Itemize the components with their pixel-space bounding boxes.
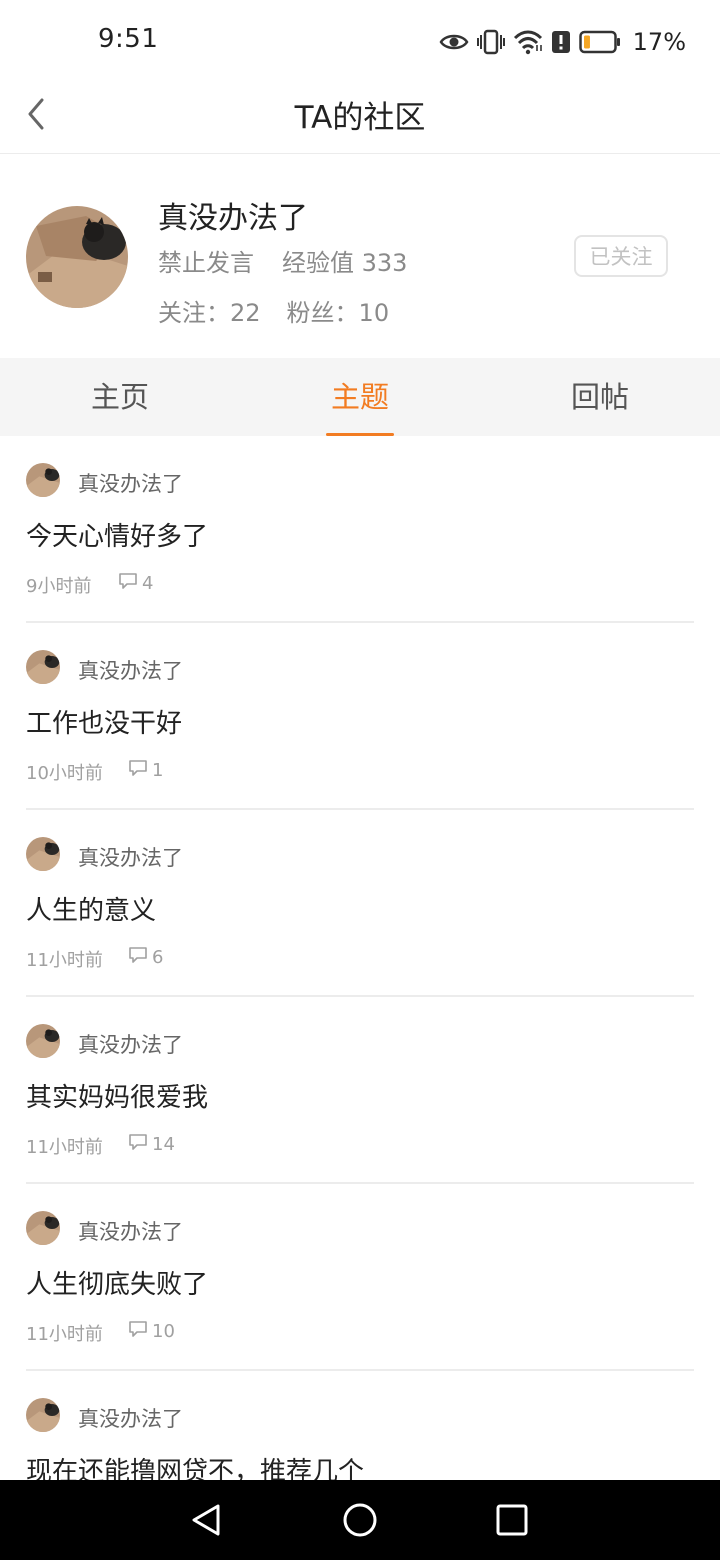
comment-count-value: 6 [152, 947, 164, 968]
comment-count: 4 [118, 572, 153, 595]
followers-count[interactable]: 粉丝：10 [287, 293, 390, 328]
comment-count-value: 14 [152, 1134, 175, 1155]
avatar[interactable] [26, 463, 60, 497]
post-item[interactable]: 真没办法了人生彻底失败了 11小时前 10 [26, 1184, 694, 1371]
eye-icon [439, 34, 469, 50]
battery-icon [578, 30, 620, 54]
profile-name: 真没办法了 [158, 201, 308, 236]
system-home-button[interactable] [340, 1500, 380, 1540]
post-author[interactable]: 真没办法了 [78, 655, 183, 685]
post-time: 11小时前 [26, 950, 103, 971]
post-author[interactable]: 真没办法了 [78, 1216, 183, 1246]
system-recents-button[interactable] [492, 1500, 532, 1540]
post-item[interactable]: 真没办法了人生的意义 11小时前 6 [26, 810, 694, 997]
status-time: 9:51 [98, 24, 159, 54]
post-time: 11小时前 [26, 1324, 103, 1345]
profile-header: 真没办法了 禁止发言 经验值 333 关注：22 粉丝：10 已关注 [0, 155, 720, 358]
status-icons: 17% [439, 24, 686, 60]
avatar[interactable] [26, 837, 60, 871]
post-list: 真没办法了 今天心情好多了 9小时前 4 真没办法了 工作也没干好 10小时前 1 真没办法了人… [0, 436, 720, 1480]
comment-count-value: 10 [152, 1321, 175, 1342]
profile-stats: 关注：22 粉丝：10 [158, 293, 389, 328]
avatar[interactable] [26, 650, 60, 684]
top-nav-bar: TA的社区 [0, 72, 720, 154]
avatar[interactable] [26, 1398, 60, 1432]
post-author[interactable]: 真没办法了 [78, 468, 183, 498]
post-item[interactable]: 真没办法了工作也没干好 10小时前 1 [26, 623, 694, 810]
alert-icon [551, 31, 570, 53]
cat-avatar-icon [26, 206, 128, 308]
system-nav-bar [0, 1480, 720, 1560]
comment-count-value: 1 [152, 760, 164, 781]
comment-icon [128, 1320, 148, 1343]
page-title: TA的社区 [294, 100, 426, 136]
wifi-icon [513, 30, 542, 55]
comment-count: 6 [128, 946, 163, 969]
post-item[interactable]: 真没办法了今天心情好多了 9小时前 4 [26, 436, 694, 623]
post-time: 10小时前 [26, 763, 103, 784]
profile-experience: 经验值 333 [282, 249, 408, 277]
system-back-button[interactable] [186, 1500, 226, 1540]
recents-square-icon [496, 1504, 528, 1536]
profile-meta: 禁止发言 经验值 333 [158, 243, 407, 278]
comment-count: 10 [128, 1320, 175, 1343]
comment-icon [128, 1133, 148, 1156]
post-title[interactable]: 人生彻底失败了 [26, 1264, 208, 1301]
post-author[interactable]: 真没办法了 [78, 1029, 183, 1059]
vibrate-icon [476, 29, 505, 55]
post-title[interactable]: 人生的意义 [26, 890, 156, 927]
profile-tabs: 主页 主题 回帖 [0, 358, 720, 436]
tab-replies[interactable]: 回帖 [480, 358, 720, 436]
post-time: 11小时前 [26, 1137, 103, 1158]
follow-button[interactable]: 已关注 [574, 235, 668, 277]
battery-percent: 17% [632, 28, 686, 56]
back-triangle-icon [192, 1504, 220, 1536]
comment-count: 1 [128, 759, 163, 782]
comment-count: 14 [128, 1133, 175, 1156]
tab-topics[interactable]: 主题 [240, 358, 480, 436]
post-author[interactable]: 真没办法了 [78, 842, 183, 872]
post-author[interactable]: 真没办法了 [78, 1403, 183, 1433]
comment-icon [118, 572, 138, 595]
post-item[interactable]: 真没办法了现在还能撸网贷不，推荐几个 [26, 1371, 694, 1480]
post-title[interactable]: 工作也没干好 [26, 703, 182, 740]
avatar[interactable] [26, 1211, 60, 1245]
comment-icon [128, 946, 148, 969]
post-title[interactable]: 现在还能撸网贷不，推荐几个 [26, 1451, 364, 1480]
post-time: 9小时前 [26, 576, 92, 597]
post-title[interactable]: 今天心情好多了 [26, 516, 208, 553]
avatar[interactable] [26, 206, 128, 308]
home-circle-icon [343, 1503, 377, 1537]
comment-icon [128, 759, 148, 782]
post-item[interactable]: 真没办法了其实妈妈很爱我 11小时前 14 [26, 997, 694, 1184]
profile-status: 禁止发言 [158, 249, 254, 277]
comment-count-value: 4 [142, 573, 154, 594]
avatar[interactable] [26, 1024, 60, 1058]
tab-home[interactable]: 主页 [0, 358, 240, 436]
post-title[interactable]: 其实妈妈很爱我 [26, 1077, 208, 1114]
following-count[interactable]: 关注：22 [158, 293, 261, 328]
